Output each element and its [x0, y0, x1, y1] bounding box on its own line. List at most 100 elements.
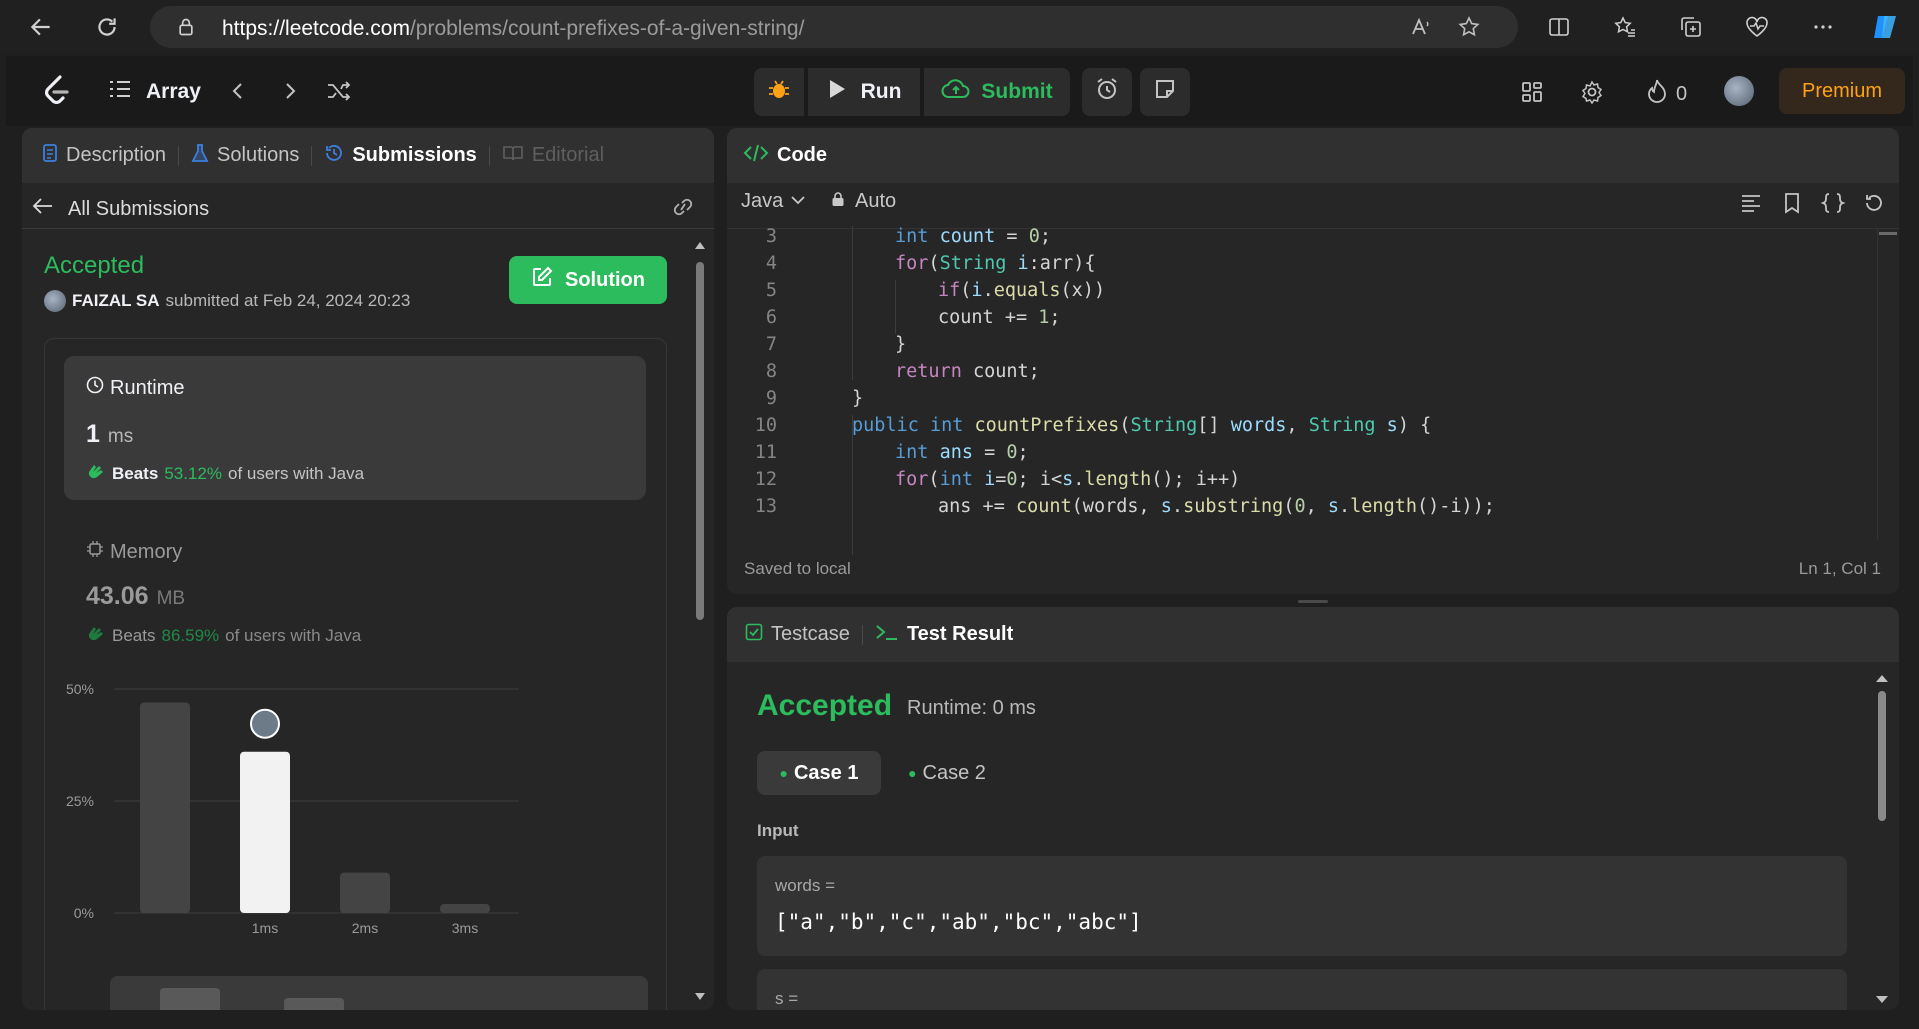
- input-var-name: words =: [775, 876, 835, 895]
- input-var-value[interactable]: ["a","b","c","ab","bc","abc"]: [775, 910, 1142, 934]
- runtime-distribution-chart: 50% 25% 0% 1ms 2ms 3ms: [66, 681, 519, 936]
- tab-solutions[interactable]: Solutions: [191, 143, 299, 169]
- prev-problem-icon[interactable]: [224, 77, 252, 105]
- timer-button[interactable]: [1082, 68, 1132, 116]
- submit-label: Submit: [981, 80, 1053, 103]
- collections-icon[interactable]: [1674, 10, 1708, 44]
- format-lines-icon[interactable]: [1739, 192, 1763, 219]
- memory-value: 43.06: [86, 582, 149, 610]
- tab-test-result[interactable]: Test Result: [875, 622, 1013, 648]
- layout-grid-icon[interactable]: [1518, 78, 1546, 106]
- shuffle-icon[interactable]: [324, 77, 354, 105]
- left-scrollbar[interactable]: [694, 240, 706, 1010]
- scroll-thumb[interactable]: [696, 262, 704, 620]
- leetcode-logo[interactable]: [40, 73, 72, 109]
- line-number: 13: [754, 496, 777, 517]
- read-aloud-icon[interactable]: [1404, 10, 1438, 44]
- editor-scroll-track[interactable]: [1877, 228, 1878, 540]
- url-text: https://leetcode.com/problems/count-pref…: [222, 17, 805, 40]
- favorite-star-icon[interactable]: [1452, 10, 1486, 44]
- case-2-label: Case 2: [922, 761, 986, 784]
- list-icon: [108, 78, 132, 105]
- beats-percent: 86.59%: [161, 625, 220, 645]
- braces-icon[interactable]: [1820, 192, 1846, 219]
- runtime-box[interactable]: Runtime 1 ms Beats 53.12% of users with …: [64, 356, 646, 500]
- submission-meta: FAIZAL SA submitted at Feb 24, 2024 20:2…: [44, 290, 410, 312]
- code-panel: Code Java Auto 3 int count = 0; 4 for(Stri…: [727, 128, 1899, 594]
- code-line: 8 return count;: [727, 361, 1887, 388]
- reset-icon[interactable]: [1863, 192, 1885, 219]
- tab-submissions[interactable]: Submissions: [324, 143, 477, 169]
- auto-mode[interactable]: Auto: [831, 190, 896, 213]
- chart-bar[interactable]: [140, 702, 190, 913]
- indent-guide: [895, 280, 896, 334]
- indent-guide: [852, 415, 853, 555]
- solution-label: Solution: [565, 268, 645, 291]
- address-bar[interactable]: https://leetcode.com/problems/count-pref…: [150, 6, 1518, 48]
- browser-essentials-icon[interactable]: [1740, 10, 1774, 44]
- share-link-icon[interactable]: [670, 196, 696, 223]
- premium-button[interactable]: Premium: [1779, 68, 1905, 114]
- username[interactable]: FAIZAL SA: [72, 291, 160, 311]
- solution-button[interactable]: Solution: [509, 256, 667, 304]
- scroll-thumb[interactable]: [1878, 691, 1886, 821]
- refresh-icon[interactable]: [90, 10, 124, 44]
- tab-editorial[interactable]: Editorial: [502, 144, 604, 168]
- tab-code[interactable]: Code: [743, 143, 827, 169]
- resize-handle[interactable]: [1298, 600, 1328, 603]
- chart-bar[interactable]: [440, 904, 490, 913]
- chart-bar[interactable]: [240, 751, 290, 913]
- test-tabs: Testcase Test Result: [727, 607, 1899, 662]
- memory-beats: Beats 86.59% of users with Java: [86, 624, 361, 647]
- settings-gear-icon[interactable]: [1578, 78, 1606, 106]
- preview-bar: [160, 988, 220, 1010]
- case-1-tab[interactable]: ● Case 1: [757, 751, 881, 795]
- all-submissions-link[interactable]: All Submissions: [32, 192, 692, 226]
- run-button[interactable]: Run: [808, 68, 920, 116]
- problem-list-title: Array: [146, 79, 201, 103]
- flame-icon: [1646, 78, 1668, 110]
- code-editor[interactable]: 3 int count = 0; 4 for(String i:arr){ 5 if(…: [727, 226, 1887, 531]
- lock-icon: [831, 190, 845, 213]
- memory-box[interactable]: Memory 43.06 MB Beats 86.59% of users wi…: [64, 518, 646, 658]
- alarm-clock-icon: [1094, 76, 1120, 108]
- tab-divider: [861, 624, 863, 645]
- next-problem-icon[interactable]: [276, 77, 304, 105]
- editor-tools: [1739, 192, 1885, 219]
- result-scrollbar[interactable]: [1875, 673, 1889, 1007]
- chart-bar[interactable]: [340, 872, 390, 913]
- input-label: Input: [757, 821, 799, 840]
- streak-counter[interactable]: 0: [1646, 78, 1687, 110]
- line-number: 11: [754, 442, 777, 463]
- bookmark-icon[interactable]: [1781, 192, 1803, 219]
- tab-description[interactable]: Description: [42, 143, 166, 169]
- debug-button[interactable]: [754, 68, 804, 116]
- code-header: Code: [727, 128, 1899, 183]
- notes-button[interactable]: [1140, 68, 1190, 116]
- preview-bar: [284, 998, 344, 1010]
- book-icon: [502, 144, 524, 168]
- copilot-icon[interactable]: [1868, 10, 1902, 44]
- line-number: 12: [754, 469, 777, 490]
- runtime-title: Runtime: [110, 376, 185, 399]
- history-icon: [324, 143, 344, 169]
- memory-unit: MB: [156, 588, 186, 609]
- note-icon: [1153, 77, 1177, 107]
- more-options-icon[interactable]: [1806, 10, 1840, 44]
- user-avatar[interactable]: [1724, 76, 1754, 106]
- tab-solutions-label: Solutions: [217, 144, 300, 166]
- case-2-tab[interactable]: ● Case 2: [897, 751, 997, 795]
- problem-list-button[interactable]: Array: [108, 78, 201, 105]
- submission-panel: Description Solutions Submissions Editor…: [22, 128, 714, 1010]
- back-arrow-icon[interactable]: [24, 10, 58, 44]
- user-position-avatar: [250, 708, 280, 739]
- submit-button[interactable]: Submit: [924, 68, 1070, 116]
- code-line: 5 if(i.equals(x)): [727, 280, 1887, 307]
- line-number: 10: [754, 415, 777, 436]
- chip-icon: [86, 540, 104, 564]
- language-select[interactable]: Java: [741, 190, 807, 213]
- split-screen-icon[interactable]: [1542, 10, 1576, 44]
- code-line: 6 count += 1;: [727, 307, 1887, 334]
- tab-testcase[interactable]: Testcase: [745, 623, 850, 647]
- favorites-icon[interactable]: [1608, 10, 1642, 44]
